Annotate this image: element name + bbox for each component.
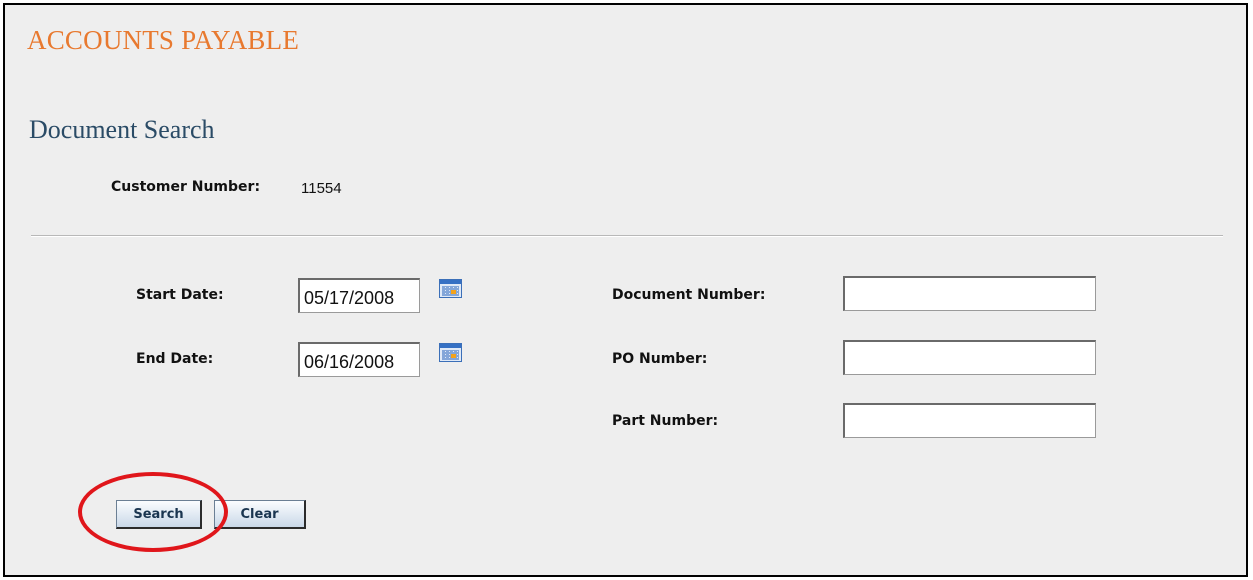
end-date-input[interactable]: [298, 342, 420, 377]
po-number-label: PO Number:: [612, 351, 708, 367]
start-date-input[interactable]: [298, 278, 420, 313]
page-frame: ACCOUNTS PAYABLE Document Search Custome…: [3, 3, 1248, 577]
part-number-input[interactable]: [843, 403, 1096, 438]
start-date-label: Start Date:: [136, 287, 224, 303]
start-date-calendar-icon[interactable]: [439, 279, 462, 298]
customer-number-value: 11554: [301, 180, 342, 197]
search-button[interactable]: Search: [116, 500, 202, 529]
part-number-label: Part Number:: [612, 413, 719, 429]
po-number-input[interactable]: [843, 340, 1096, 375]
end-date-label: End Date:: [136, 351, 214, 367]
document-number-label: Document Number:: [612, 287, 766, 303]
page-title: Document Search: [29, 115, 215, 144]
clear-button[interactable]: Clear: [214, 500, 306, 529]
section-divider: [31, 235, 1223, 237]
document-number-input[interactable]: [843, 276, 1096, 311]
customer-number-label: Customer Number:: [111, 179, 261, 195]
end-date-calendar-icon[interactable]: [439, 343, 462, 362]
app-title: ACCOUNTS PAYABLE: [27, 25, 300, 55]
